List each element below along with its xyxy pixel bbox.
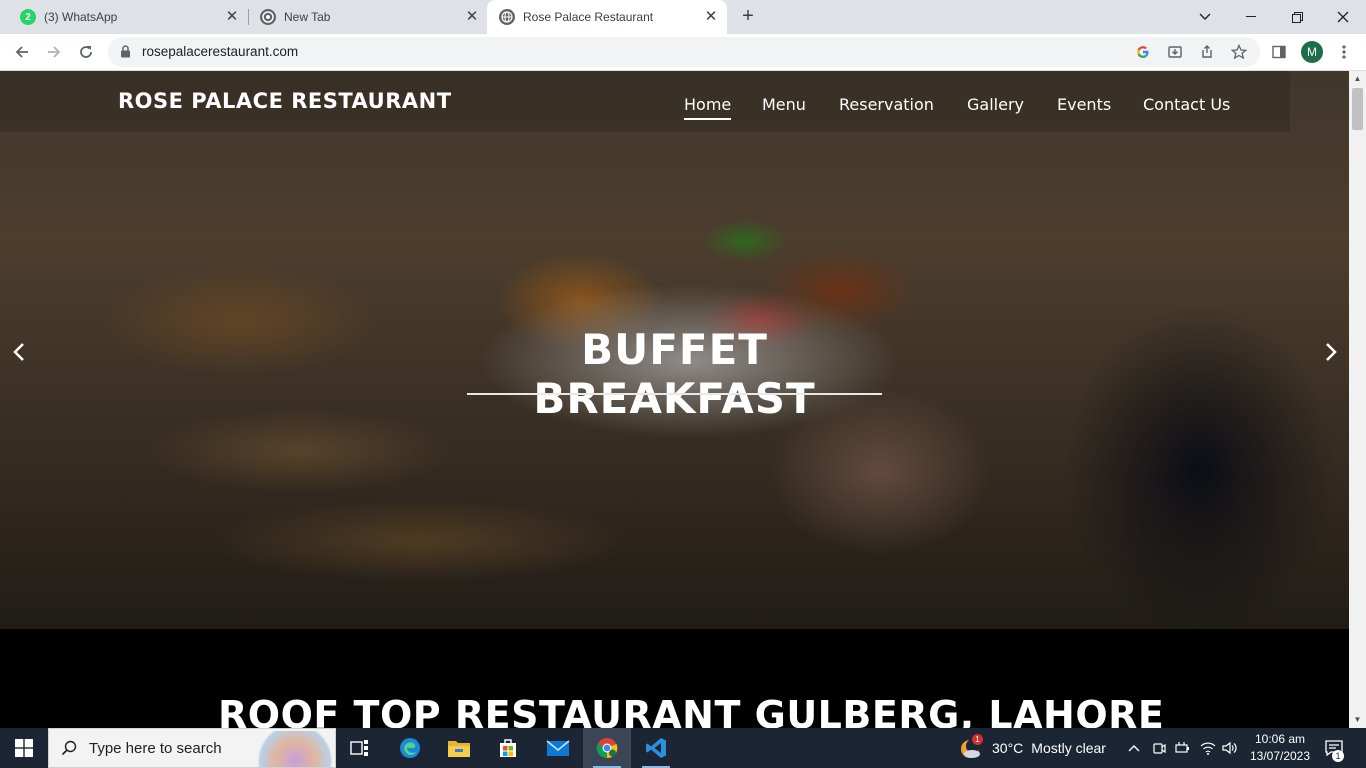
tab-new-tab[interactable]: New Tab ✕ (248, 0, 488, 34)
carousel-prev-icon[interactable] (4, 337, 34, 367)
nav-reservation[interactable]: Reservation (839, 95, 934, 114)
vscode-icon[interactable] (632, 728, 680, 768)
windows-taskbar: Type here to search 1 30°C Mostly clear (0, 728, 1366, 768)
google-icon[interactable] (1134, 43, 1152, 61)
browser-toolbar: rosepalacerestaurant.com M (0, 34, 1366, 71)
weather-widget[interactable]: 1 30°C Mostly clear (958, 728, 1106, 768)
new-tab-button[interactable]: + (738, 6, 758, 27)
weather-moon-icon: 1 (958, 734, 984, 760)
tab-rose-palace[interactable]: Rose Palace Restaurant ✕ (487, 0, 727, 34)
clock-time: 10:06 am (1254, 732, 1306, 746)
search-placeholder: Type here to search (89, 740, 222, 757)
system-clock[interactable]: 10:06 am 13/07/2023 (1240, 731, 1320, 765)
tab-label: (3) WhatsApp (44, 10, 118, 24)
taskbar-search-box[interactable]: Type here to search (48, 728, 336, 768)
side-panel-icon[interactable] (1268, 41, 1290, 63)
page-scrollbar[interactable]: ▲ ▼ (1349, 71, 1366, 728)
nav-menu[interactable]: Menu (762, 95, 806, 114)
show-hidden-icons-chevron-icon[interactable] (1127, 728, 1141, 768)
file-explorer-icon[interactable] (435, 728, 483, 768)
weather-temperature: 30°C (992, 740, 1024, 756)
scroll-up-arrow-icon[interactable]: ▲ (1353, 74, 1362, 83)
search-icon (61, 740, 77, 761)
microsoft-store-icon[interactable] (484, 728, 532, 768)
share-icon[interactable] (1198, 43, 1216, 61)
nav-contact-us[interactable]: Contact Us (1143, 95, 1230, 114)
hero-title: BUFFET BREAKFAST (533, 325, 816, 423)
notification-count: 1 (1332, 750, 1344, 762)
hero-divider (467, 393, 882, 395)
windows-start-icon[interactable] (0, 728, 48, 768)
close-window-button[interactable] (1320, 0, 1366, 34)
hero-carousel: ROSE PALACE RESTAURANT Home Menu Reserva… (0, 71, 1349, 629)
scroll-thumb[interactable] (1352, 88, 1363, 130)
search-highlight-image (255, 731, 335, 767)
profile-avatar[interactable]: M (1301, 41, 1323, 63)
tab-label: Rose Palace Restaurant (523, 10, 654, 24)
globe-icon (499, 9, 515, 25)
meet-now-icon[interactable] (1151, 728, 1167, 768)
url-text[interactable]: rosepalacerestaurant.com (142, 44, 298, 59)
nav-events[interactable]: Events (1057, 95, 1111, 114)
close-tab-icon[interactable]: ✕ (224, 9, 240, 25)
chrome-icon (260, 9, 276, 25)
task-view-icon[interactable] (336, 728, 384, 768)
mail-icon[interactable] (534, 728, 582, 768)
tab-search-icon[interactable] (1182, 0, 1228, 34)
edge-icon[interactable] (386, 728, 434, 768)
chrome-taskbar-icon[interactable] (583, 728, 631, 768)
whatsapp-icon: 2 (20, 9, 36, 25)
wifi-icon[interactable] (1199, 728, 1217, 768)
scroll-down-arrow-icon[interactable]: ▼ (1353, 715, 1362, 724)
close-tab-icon[interactable]: ✕ (703, 9, 719, 25)
section-title: ROOF TOP RESTAURANT GULBERG, LAHORE (218, 693, 1165, 728)
nav-gallery[interactable]: Gallery (967, 95, 1024, 114)
tab-label: New Tab (284, 10, 331, 24)
site-brand[interactable]: ROSE PALACE RESTAURANT (118, 89, 452, 113)
address-bar[interactable]: rosepalacerestaurant.com (108, 37, 1260, 67)
notification-center-icon[interactable]: 1 (1322, 728, 1346, 768)
restore-button[interactable] (1274, 0, 1320, 34)
back-button[interactable] (9, 39, 35, 65)
weather-badge: 1 (972, 734, 983, 745)
volume-icon[interactable] (1221, 728, 1239, 768)
install-app-icon[interactable] (1166, 43, 1184, 61)
close-tab-icon[interactable]: ✕ (464, 9, 480, 25)
tab-whatsapp[interactable]: 2 (3) WhatsApp ✕ (8, 0, 248, 34)
weather-description: Mostly clear (1031, 740, 1106, 756)
forward-button[interactable] (41, 39, 67, 65)
more-menu-icon[interactable] (1333, 41, 1355, 63)
tab-strip: 2 (3) WhatsApp ✕ New Tab ✕ Rose Palace R… (0, 0, 1366, 34)
battery-power-icon[interactable] (1174, 728, 1192, 768)
clock-date: 13/07/2023 (1249, 749, 1311, 763)
carousel-next-icon[interactable] (1316, 337, 1346, 367)
web-page: ROSE PALACE RESTAURANT Home Menu Reserva… (0, 71, 1349, 728)
lock-icon[interactable] (120, 45, 131, 63)
reload-button[interactable] (73, 39, 99, 65)
bookmark-star-icon[interactable] (1230, 43, 1248, 61)
nav-home[interactable]: Home (684, 95, 732, 120)
minimize-button[interactable] (1228, 0, 1274, 34)
